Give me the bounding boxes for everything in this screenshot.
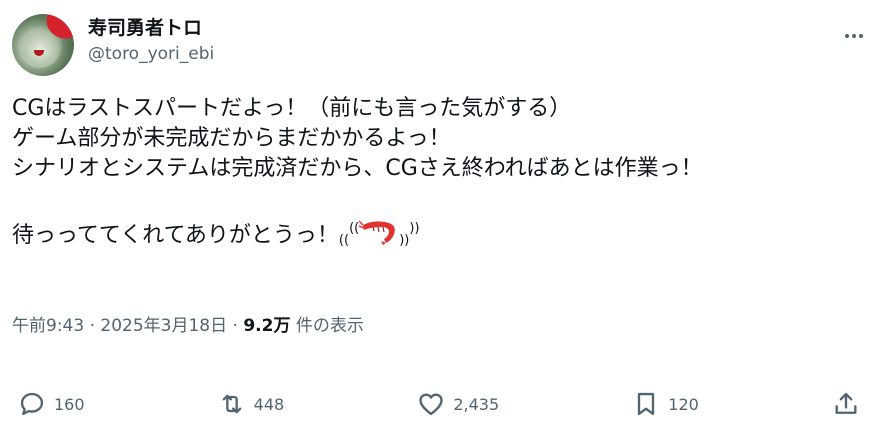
post-line-5: 待っっててくれてありがとうっ！: [12, 223, 339, 248]
post-line-3: シナリオとシステムは完成済だから、CGさえ終わればあとは作業っ！: [12, 156, 703, 181]
post-time[interactable]: 午前9:43: [12, 316, 84, 336]
more-options-button[interactable]: [842, 24, 866, 48]
more-icon: [845, 34, 863, 38]
emoji-paren-mid: ((: [349, 221, 360, 236]
bookmark-icon: [638, 392, 655, 416]
share-icon: [835, 392, 857, 414]
meta-separator: ·: [84, 316, 101, 336]
repost-count: 448: [253, 394, 285, 414]
author-display-name[interactable]: 寿司勇者トロ: [88, 16, 214, 40]
emoji-paren-left: ((: [338, 233, 350, 248]
repost-button[interactable]: 448: [218, 390, 285, 418]
like-button[interactable]: 2,435: [417, 390, 499, 418]
shrimp-icon: [358, 217, 399, 254]
post-header: 寿司勇者トロ @toro_yori_ebi: [12, 12, 870, 76]
meta-separator-2: ·: [227, 316, 244, 336]
reply-count: 160: [54, 394, 85, 414]
bookmark-button[interactable]: 120: [632, 390, 699, 418]
post-date[interactable]: 2025年3月18日: [100, 316, 227, 336]
avatar[interactable]: [12, 14, 74, 76]
like-count: 2,435: [453, 394, 500, 414]
author-handle[interactable]: @toro_yori_ebi: [88, 40, 214, 68]
post-line-1: CGはラストスパートだよっ！（前にも言った気がする）: [12, 96, 572, 121]
share-button[interactable]: [832, 390, 860, 418]
emoji-paren-right-2: )): [409, 221, 420, 236]
bookmark-count: 120: [668, 394, 699, 414]
emoji-paren-right-1: )): [399, 233, 410, 248]
action-bar: 160 448 2,435 120: [18, 380, 860, 428]
post-line-2: ゲーム部分が未完成だからまだかかるよっ！: [12, 126, 451, 151]
heart-icon: [419, 393, 444, 416]
reply-icon: [20, 392, 44, 416]
reply-button[interactable]: 160: [18, 390, 85, 418]
author-names: 寿司勇者トロ @toro_yori_ebi: [88, 16, 214, 68]
repost-icon: [222, 394, 242, 414]
post-meta: 午前9:43 · 2025年3月18日 · 9.2万 件の表示: [12, 312, 364, 340]
views-count: 9.2万: [243, 316, 291, 336]
views-label: 件の表示: [295, 316, 364, 336]
post-text: CGはラストスパートだよっ！（前にも言った気がする） ゲーム部分が未完成だからま…: [12, 94, 872, 256]
